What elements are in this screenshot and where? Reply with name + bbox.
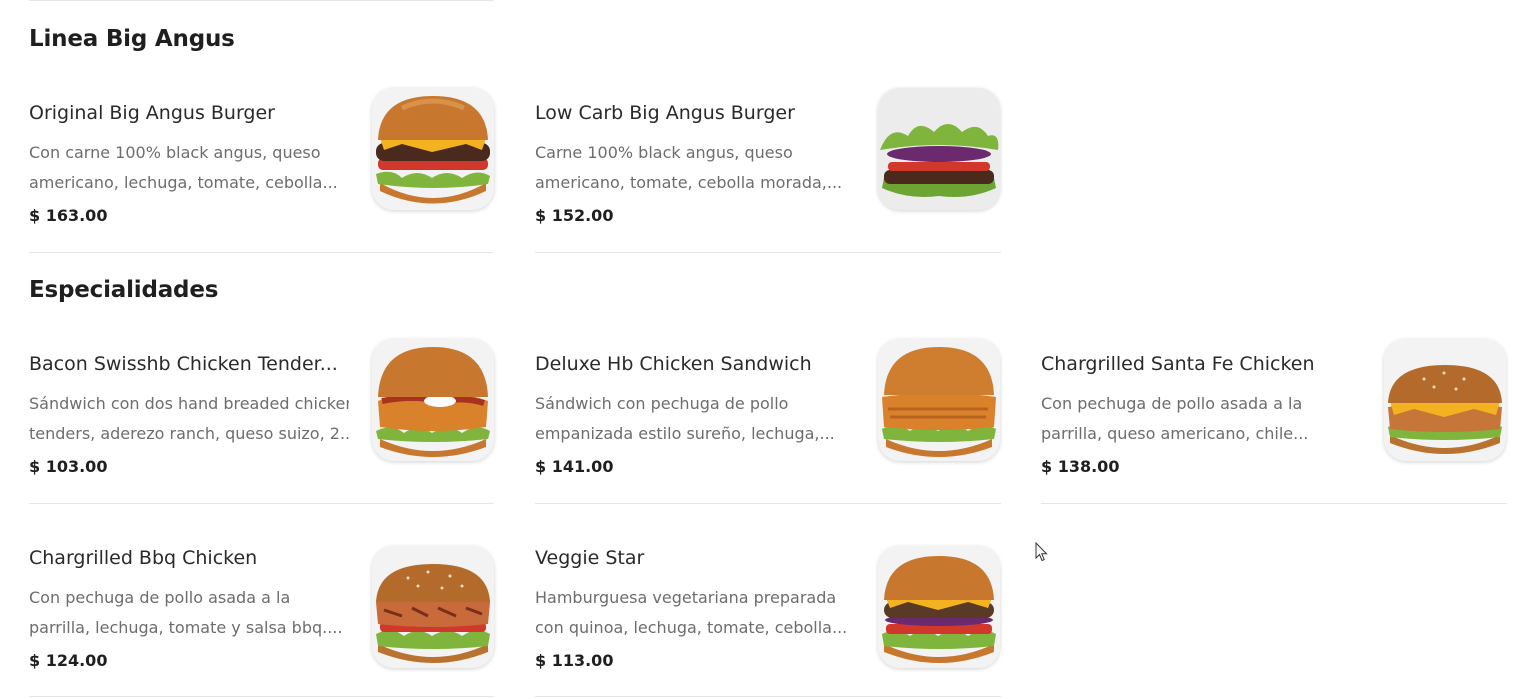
item-price: $ 138.00 <box>1041 457 1120 476</box>
row-divider <box>29 696 494 697</box>
item-name: Low Carb Big Angus Burger <box>535 102 795 124</box>
item-description: Sándwich con dos hand breaded chicken ten… <box>29 394 349 443</box>
mouse-cursor-icon <box>1035 542 1048 562</box>
menu-item-chargrilled-bbq-chicken[interactable]: Chargrilled Bbq Chicken Con pechuga de p… <box>29 546 495 671</box>
menu-item-low-carb-big-angus-burger[interactable]: Low Carb Big Angus Burger Carne 100% bla… <box>535 88 1001 226</box>
item-description: Con pechuga de pollo asada a la parrilla,… <box>29 588 343 637</box>
item-description: Carne 100% black angus, queso americano, … <box>535 143 843 192</box>
lettuce-wrap-burger-image <box>878 88 1000 210</box>
item-name: Deluxe Hb Chicken Sandwich <box>535 353 812 375</box>
row-divider <box>1041 503 1507 504</box>
item-price: $ 152.00 <box>535 206 614 225</box>
bbq-chicken-image <box>372 546 494 668</box>
angus-burger-image <box>372 88 494 210</box>
row-divider <box>535 503 1001 504</box>
item-name: Bacon Swisshb Chicken Tender... <box>29 353 338 375</box>
bacon-chicken-sandwich-image <box>372 339 494 461</box>
item-name: Chargrilled Bbq Chicken <box>29 547 258 569</box>
item-description: Hamburguesa vegetariana preparada con qui… <box>535 588 848 637</box>
section-divider <box>29 252 494 253</box>
menu-item-deluxe-hb-chicken-sandwich[interactable]: Deluxe Hb Chicken Sandwich Sándwich con … <box>535 339 1001 477</box>
item-name: Veggie Star <box>535 547 645 569</box>
item-name: Original Big Angus Burger <box>29 102 275 124</box>
row-divider <box>535 696 1001 697</box>
menu-item-chargrilled-santa-fe-chicken[interactable]: Chargrilled Santa Fe Chicken Con pechuga… <box>1041 339 1507 477</box>
section-title-especialidades: Especialidades <box>29 277 219 303</box>
item-name: Chargrilled Santa Fe Chicken <box>1041 353 1315 375</box>
item-description: Con carne 100% black angus, queso america… <box>29 143 338 192</box>
item-price: $ 124.00 <box>29 651 108 670</box>
menu-item-bacon-swisshb-chicken-tender[interactable]: Bacon Swisshb Chicken Tender... Sándwich… <box>29 339 495 477</box>
menu-item-veggie-star[interactable]: Veggie Star Hamburguesa vegetariana prep… <box>535 546 1001 671</box>
item-price: $ 141.00 <box>535 457 614 476</box>
section-divider <box>535 252 1001 253</box>
item-price: $ 113.00 <box>535 651 614 670</box>
item-description: Sándwich con pechuga de pollo empanizada … <box>535 394 835 443</box>
veggie-burger-image <box>878 546 1000 668</box>
section-title-linea-big-angus: Linea Big Angus <box>29 26 235 52</box>
item-price: $ 163.00 <box>29 206 108 225</box>
item-price: $ 103.00 <box>29 457 108 476</box>
item-description: Con pechuga de pollo asada a la parrilla,… <box>1041 394 1309 443</box>
row-divider <box>29 503 494 504</box>
santa-fe-chicken-image <box>1384 339 1506 461</box>
crispy-chicken-sandwich-image <box>878 339 1000 461</box>
menu-item-original-big-angus-burger[interactable]: Original Big Angus Burger Con carne 100%… <box>29 88 495 226</box>
top-divider <box>29 0 494 1</box>
